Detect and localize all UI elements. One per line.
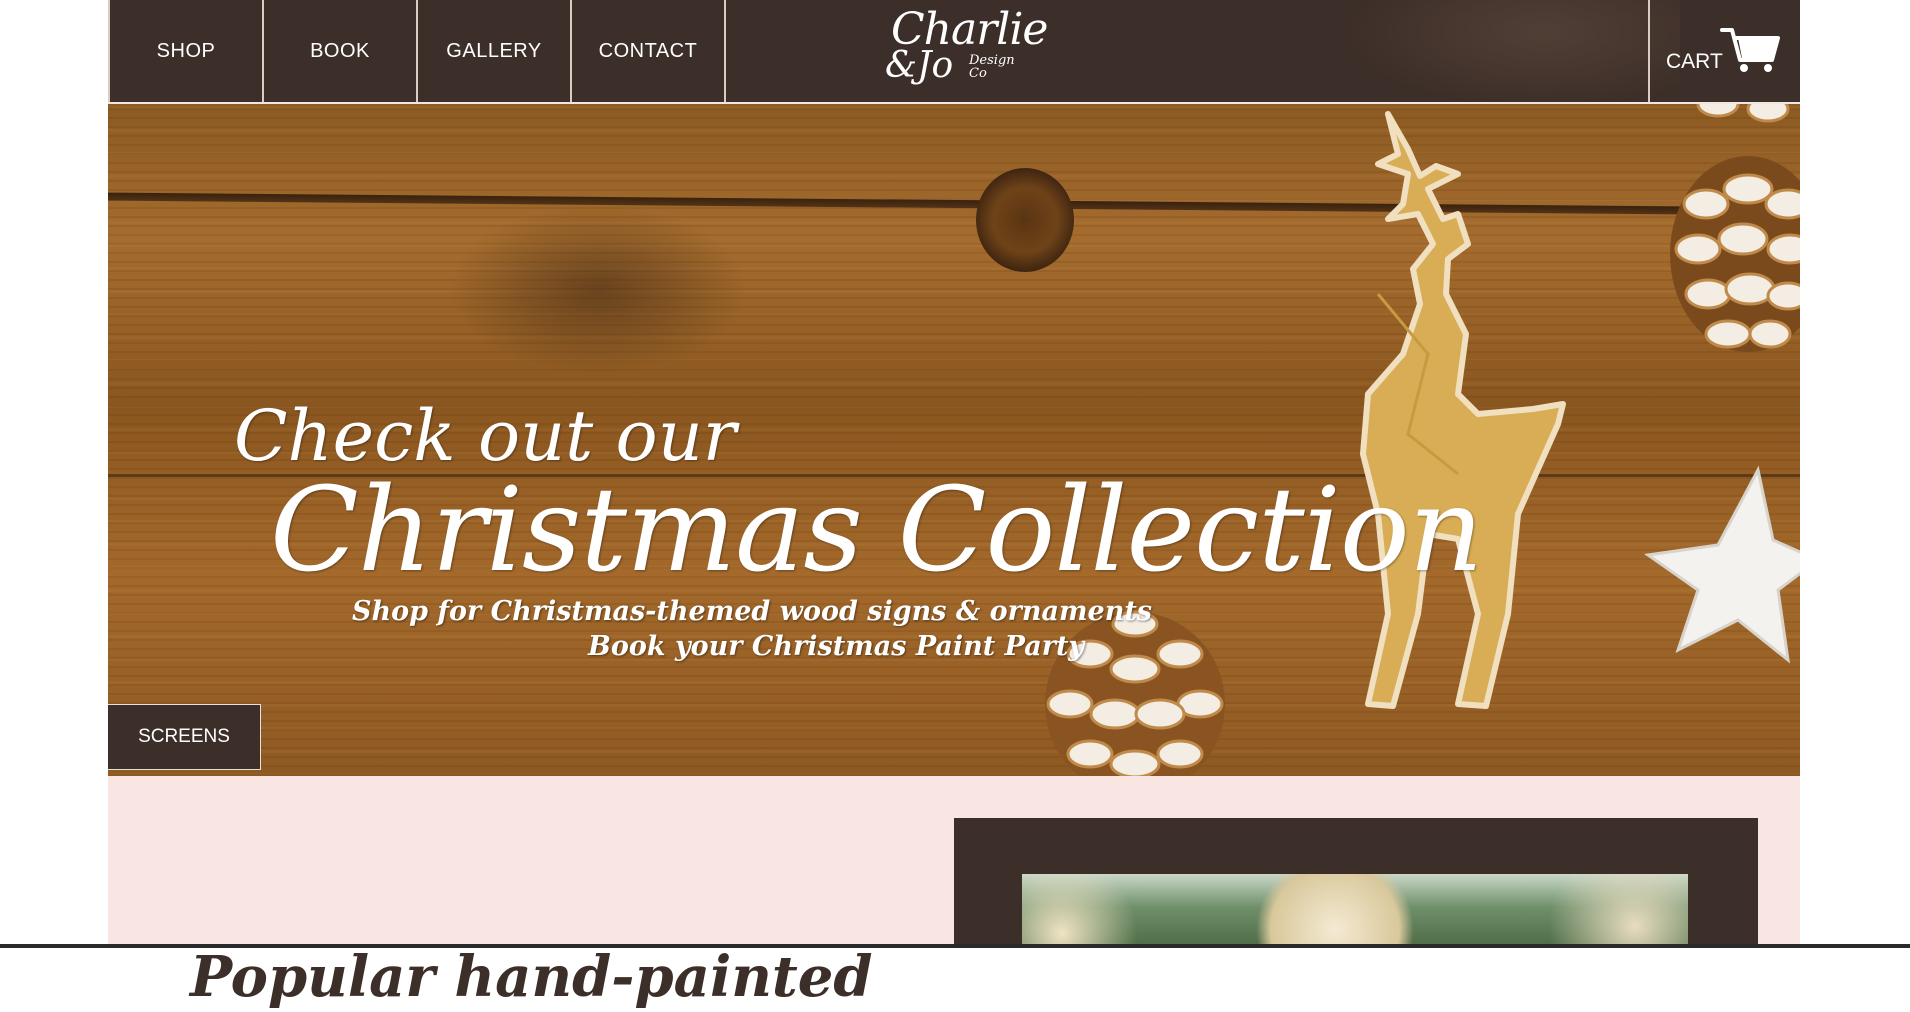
nav-shop[interactable]: SHOP — [108, 0, 262, 102]
nav-contact[interactable]: CONTACT — [570, 0, 726, 102]
wooden-reindeer-icon — [1360, 111, 1566, 709]
cart-icon — [1720, 28, 1780, 72]
main-nav: SHOP BOOK GALLERY CONTACT — [108, 0, 726, 102]
hero-subtext-shop: Shop for Christmas-themed wood signs & o… — [352, 596, 1153, 627]
pine-cone-icon — [1670, 104, 1800, 352]
hero-subtext-book: Book your Christmas Paint Party — [588, 631, 1085, 662]
wood-knot — [976, 168, 1074, 272]
site: SHOP BOOK GALLERY CONTACT Charlie &Jo De… — [108, 0, 1800, 1010]
nav-gallery[interactable]: GALLERY — [416, 0, 570, 102]
logo-text-design-co: Design Co — [969, 53, 1015, 81]
site-logo[interactable]: Charlie &Jo Design Co — [883, 2, 1048, 98]
section-title: Popular hand-painted — [190, 944, 873, 1011]
hero-banner[interactable]: Check out our Christmas Collection Shop … — [108, 104, 1800, 776]
cart-button[interactable]: CART — [1648, 0, 1800, 102]
screens-button[interactable]: SCREENS — [108, 704, 261, 770]
nav-book[interactable]: BOOK — [262, 0, 416, 102]
christmas-ornaments-image — [1022, 874, 1688, 948]
star-ornament-icon — [1644, 465, 1800, 664]
hero-headline: Christmas Collection — [270, 463, 1483, 598]
window-bottom-edge — [0, 944, 1910, 948]
logo-text-jo: &Jo — [885, 45, 954, 86]
popular-section: Popular hand-painted — [108, 776, 1800, 1010]
cart-label: CART — [1666, 50, 1723, 73]
feature-card[interactable] — [954, 818, 1758, 948]
wood-texture-shade — [448, 204, 748, 374]
site-header: SHOP BOOK GALLERY CONTACT Charlie &Jo De… — [108, 0, 1800, 110]
